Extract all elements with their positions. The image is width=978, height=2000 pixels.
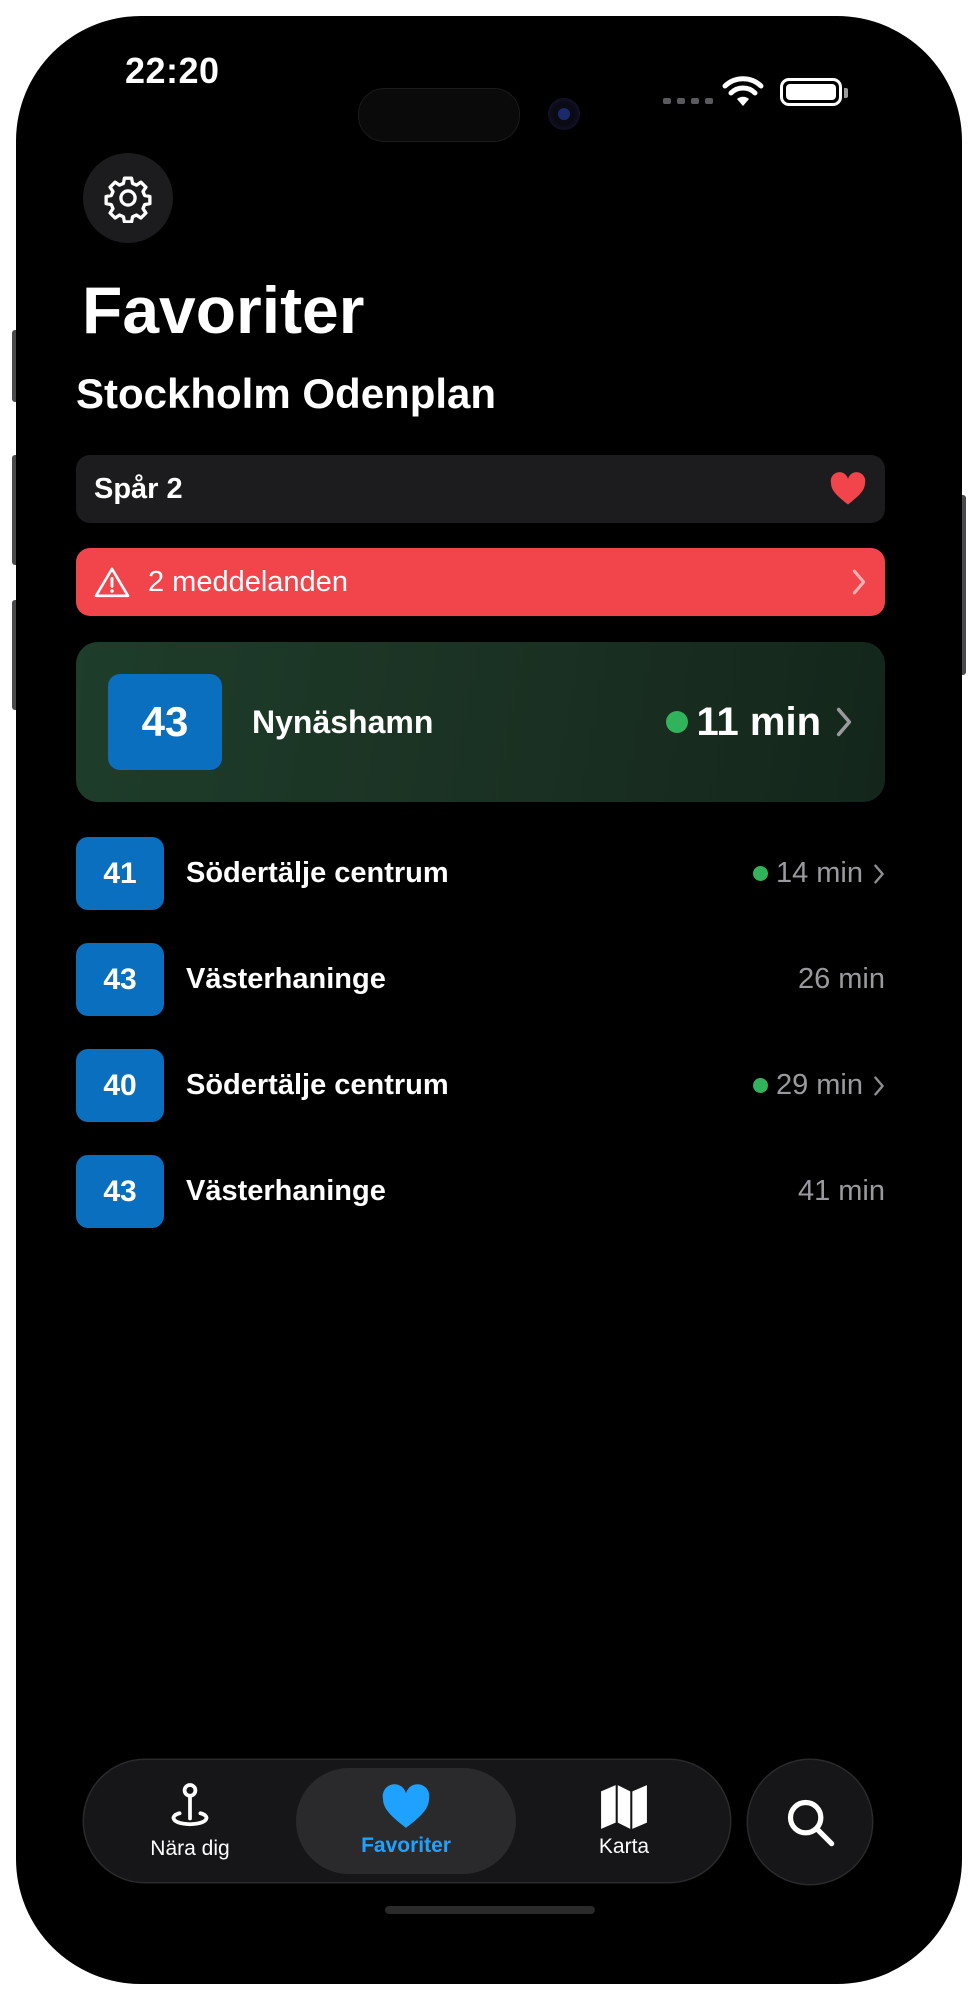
location-pin-icon bbox=[171, 1783, 209, 1827]
realtime-dot-icon bbox=[752, 1078, 768, 1093]
list-item[interactable]: 43 Västerhaninge 41 min bbox=[76, 1155, 885, 1228]
tab-bar: Nära dig Favoriter Karta bbox=[84, 1760, 730, 1882]
realtime-dot-icon bbox=[666, 711, 689, 733]
departure-time: 26 min bbox=[797, 963, 885, 995]
line-badge: 43 bbox=[108, 674, 222, 770]
list-item[interactable]: 41 Södertälje centrum 14 min bbox=[76, 837, 885, 910]
departure-time: 11 min bbox=[696, 699, 821, 744]
track-label: Spår 2 bbox=[94, 472, 183, 505]
destination: Södertälje centrum bbox=[186, 1069, 449, 1101]
status-time: 22:20 bbox=[125, 50, 220, 91]
next-departure-card[interactable]: 43 Nynäshamn 11 min bbox=[76, 642, 885, 802]
chevron-right-icon bbox=[874, 863, 884, 884]
departures-list: 41 Södertälje centrum 14 min 43 Västerha… bbox=[76, 837, 885, 1261]
departure-time: 41 min bbox=[797, 1175, 885, 1207]
home-indicator bbox=[385, 1906, 595, 1914]
warning-icon bbox=[94, 567, 130, 598]
page-title: Favoriter bbox=[82, 273, 365, 347]
destination: Södertälje centrum bbox=[186, 857, 449, 889]
list-item[interactable]: 40 Södertälje centrum 29 min bbox=[76, 1049, 885, 1122]
destination: Västerhaninge bbox=[186, 963, 386, 995]
alert-banner[interactable]: 2 meddelanden bbox=[76, 548, 885, 616]
tab-label: Nära dig bbox=[150, 1837, 230, 1860]
departure-time: 14 min bbox=[775, 857, 863, 889]
heart-icon[interactable] bbox=[829, 472, 867, 506]
tab-label: Karta bbox=[598, 1835, 650, 1858]
search-button[interactable] bbox=[748, 1760, 872, 1884]
dynamic-island bbox=[358, 88, 520, 142]
cellular-signal-icon bbox=[663, 98, 713, 104]
gear-icon bbox=[104, 176, 152, 223]
chevron-right-icon bbox=[852, 569, 866, 595]
tab-nearby[interactable]: Nära dig bbox=[106, 1768, 274, 1874]
wifi-icon bbox=[722, 76, 764, 106]
alert-label: 2 meddelanden bbox=[148, 565, 348, 598]
line-badge: 40 bbox=[76, 1049, 164, 1122]
list-item[interactable]: 43 Västerhaninge 26 min bbox=[76, 943, 885, 1016]
line-badge: 41 bbox=[76, 837, 164, 910]
battery-icon bbox=[780, 78, 848, 106]
track-row[interactable]: Spår 2 bbox=[76, 455, 885, 523]
chevron-right-icon bbox=[874, 1075, 884, 1096]
destination: Västerhaninge bbox=[186, 1175, 386, 1207]
line-badge: 43 bbox=[76, 1155, 164, 1228]
departure-time: 29 min bbox=[775, 1069, 863, 1101]
front-camera bbox=[548, 98, 580, 130]
station-name: Stockholm Odenplan bbox=[76, 370, 497, 417]
line-badge: 43 bbox=[76, 943, 164, 1016]
heart-icon bbox=[382, 1784, 430, 1828]
chevron-right-icon bbox=[836, 707, 852, 737]
search-icon bbox=[787, 1799, 835, 1847]
tab-favorites[interactable]: Favoriter bbox=[296, 1768, 516, 1874]
realtime-dot-icon bbox=[752, 866, 768, 881]
tab-map[interactable]: Karta bbox=[540, 1768, 708, 1874]
settings-button[interactable] bbox=[83, 153, 173, 243]
map-icon bbox=[601, 1785, 647, 1829]
destination: Nynäshamn bbox=[252, 703, 434, 740]
tab-label: Favoriter bbox=[361, 1834, 451, 1857]
